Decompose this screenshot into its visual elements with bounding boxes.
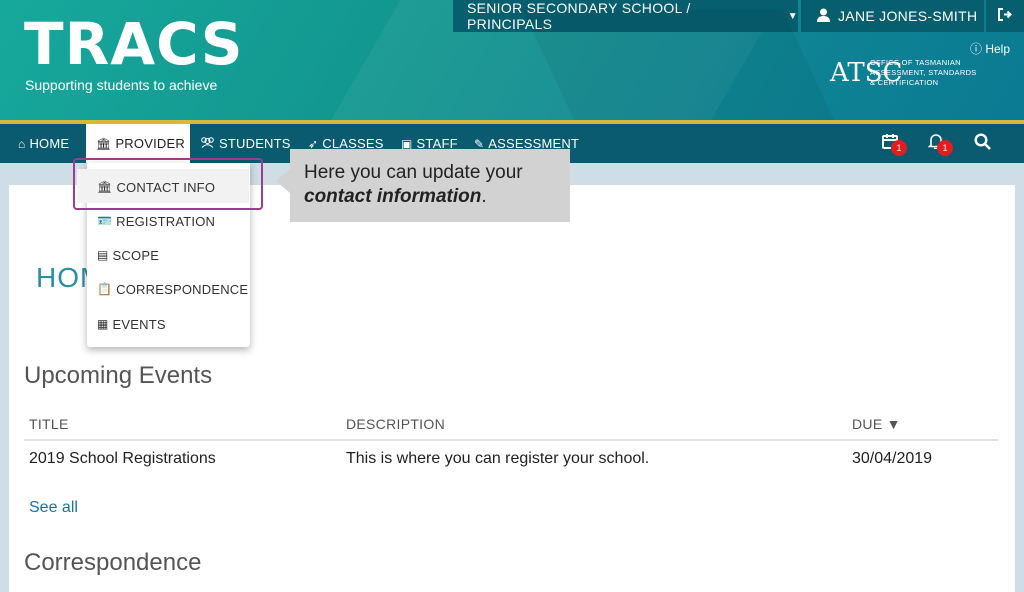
caret-down-icon: ▼ <box>787 10 798 22</box>
table-divider <box>24 439 998 441</box>
user-icon <box>817 8 830 25</box>
dropdown-item-registration[interactable]: 🪪 REGISTRATION <box>97 211 215 231</box>
logo-tagline: Supporting students to achieve <box>25 77 218 93</box>
nav-home-label: HOME <box>29 136 70 151</box>
agency-line-2: ASSESSMENT, STANDARDS <box>870 68 977 77</box>
dropdown-item-label: EVENTS <box>112 316 166 332</box>
logout-button[interactable] <box>986 0 1024 32</box>
agency-line-3: & CERTIFICATION <box>870 78 939 87</box>
dropdown-item-label: SCOPE <box>112 247 160 263</box>
column-header-title[interactable]: TITLE <box>29 416 69 432</box>
list-icon: ▤ <box>97 248 109 262</box>
calendar-icon: ▦ <box>97 317 109 331</box>
user-menu[interactable]: JANE JONES-SMITH <box>801 0 984 32</box>
help-link[interactable]: ⓘ Help <box>970 40 1010 57</box>
dropdown-item-scope[interactable]: ▤ SCOPE <box>97 245 159 265</box>
clipboard-icon: 📋 <box>97 282 113 296</box>
header-banner: TRACS Supporting students to achieve SEN… <box>0 0 1024 120</box>
id-card-icon: 🪪 <box>97 214 113 228</box>
school-selector[interactable]: SENIOR SECONDARY SCHOOL / PRINCIPALS ▼ <box>453 0 798 32</box>
school-selector-label: SENIOR SECONDARY SCHOOL / PRINCIPALS <box>467 0 691 32</box>
agency-name: OFFICE OF TASMANIAN ASSESSMENT, STANDARD… <box>870 58 977 88</box>
event-title[interactable]: 2019 School Registrations <box>29 450 216 468</box>
see-all-link[interactable]: See all <box>29 499 78 517</box>
nav-students-label: STUDENTS <box>219 136 291 151</box>
notifications-badge: 1 <box>937 140 953 156</box>
help-label: Help <box>985 42 1010 56</box>
tutorial-tooltip: Here you can update your contact informa… <box>276 149 570 222</box>
dropdown-item-label: REGISTRATION <box>116 213 216 229</box>
tracs-logo[interactable]: TRACS <box>24 12 244 76</box>
event-due-date: 30/04/2019 <box>852 450 933 467</box>
search-button[interactable] <box>974 124 994 163</box>
agency-line-1: OFFICE OF TASMANIAN <box>870 58 961 67</box>
tutorial-highlight <box>73 158 263 210</box>
tooltip-text-end: . <box>481 186 487 207</box>
dropdown-item-events[interactable]: ▦ EVENTS <box>97 314 166 334</box>
logout-icon <box>998 8 1012 24</box>
notifications-button[interactable]: 1 <box>927 124 958 163</box>
correspondence-heading: Correspondence <box>24 549 202 576</box>
help-icon: ⓘ <box>969 42 982 56</box>
agency-mark: ATSC <box>830 58 903 88</box>
upcoming-events-heading: Upcoming Events <box>24 362 213 389</box>
nav-home[interactable]: ⌂ HOME <box>18 124 69 163</box>
dropdown-item-correspondence[interactable]: 📋 CORRESPONDENCE <box>97 279 248 299</box>
user-name: JANE JONES-SMITH <box>838 8 978 24</box>
nav-provider-label: PROVIDER <box>115 136 185 151</box>
agency-logo: ATSC OFFICE OF TASMANIAN ASSESSMENT, STA… <box>830 58 977 88</box>
calendar-button[interactable]: 1 <box>882 124 912 163</box>
tooltip-emphasis: contact information <box>304 186 482 207</box>
users-icon <box>200 136 215 151</box>
column-header-due[interactable]: DUE ▼ <box>852 416 901 432</box>
calendar-badge: 1 <box>891 140 907 156</box>
tooltip-text: Here you can update your <box>304 162 523 183</box>
event-description: This is where you can register your scho… <box>346 450 650 467</box>
column-header-description[interactable]: DESCRIPTION <box>346 416 445 432</box>
search-icon <box>974 132 991 155</box>
home-icon: ⌂ <box>18 136 26 151</box>
institution-icon: 🏛 <box>96 136 112 151</box>
dropdown-item-label: CORRESPONDENCE <box>116 281 249 297</box>
